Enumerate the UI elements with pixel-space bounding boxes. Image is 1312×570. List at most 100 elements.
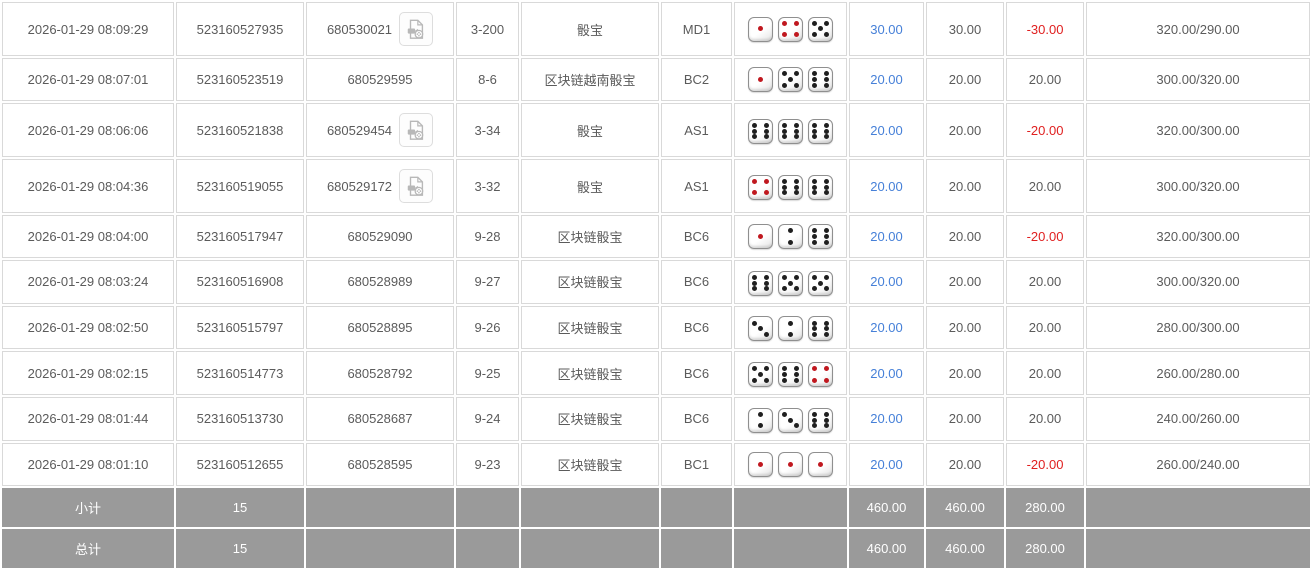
bet-id-cell: 523160514773 xyxy=(176,351,304,396)
valid-amount-cell: 20.00 xyxy=(926,397,1004,441)
win-loss-cell: 20.00 xyxy=(1006,305,1084,350)
die-pip xyxy=(812,20,818,26)
die-pip xyxy=(823,128,829,134)
valid-amount-cell: 30.00 xyxy=(926,2,1004,56)
valid-amount-cell: 20.00 xyxy=(926,351,1004,396)
summary-empty-cell xyxy=(306,528,454,568)
die-pip xyxy=(812,275,818,280)
summary-empty-cell xyxy=(306,487,454,527)
dice-result-cell xyxy=(734,159,847,213)
bet-amount-cell: 20.00 xyxy=(849,215,924,258)
die-pip xyxy=(757,26,763,32)
bet-amount-link[interactable]: 20.00 xyxy=(870,320,903,335)
video-replay-button[interactable] xyxy=(399,113,434,147)
win-loss-cell: 20.00 xyxy=(1006,397,1084,441)
dice-result-cell xyxy=(734,58,847,101)
die-4 xyxy=(808,362,833,388)
die-pip xyxy=(782,134,788,140)
bet-amount-link[interactable]: 20.00 xyxy=(870,229,903,244)
balance-cell: 280.00/300.00 xyxy=(1086,305,1310,350)
summary-empty-cell xyxy=(734,487,847,527)
balance-cell: 260.00/240.00 xyxy=(1086,442,1310,486)
die-pip xyxy=(823,233,829,239)
die-1 xyxy=(748,224,773,249)
die-pip xyxy=(812,128,818,134)
table-row: 2026-01-29 08:01:10 523160512655 6805285… xyxy=(2,442,1310,486)
bet-time-cell: 2026-01-29 08:04:00 xyxy=(2,215,174,258)
die-5 xyxy=(808,270,833,296)
die-pip xyxy=(812,184,818,190)
summary-empty-cell xyxy=(734,528,847,568)
game-name-cell: 区块链骰宝 xyxy=(521,215,659,258)
round-id-text: 680529090 xyxy=(347,229,413,244)
bet-amount-link[interactable]: 20.00 xyxy=(870,366,903,381)
balance-cell: 300.00/320.00 xyxy=(1086,58,1310,101)
round-id-text: 680528989 xyxy=(347,274,413,290)
bet-id-cell: 523160517947 xyxy=(176,215,304,258)
round-number-cell: 3-32 xyxy=(456,159,519,213)
round-id-cell: 680528687 xyxy=(306,397,454,441)
die-3 xyxy=(778,407,803,433)
bet-amount-link[interactable]: 20.00 xyxy=(870,72,903,87)
die-pip xyxy=(793,423,799,429)
dice-wrap xyxy=(748,67,833,92)
bet-amount-link[interactable]: 20.00 xyxy=(870,123,903,138)
round-id-cell: 680529454 xyxy=(306,103,454,157)
round-id-text: 680529172 xyxy=(326,178,393,194)
die-6 xyxy=(808,316,833,342)
die-pip xyxy=(823,326,829,332)
die-pip xyxy=(793,123,799,129)
die-pip xyxy=(823,76,829,82)
die-pip xyxy=(752,179,758,185)
table-row: 2026-01-29 08:04:00 523160517947 6805290… xyxy=(2,215,1310,258)
game-name-cell: 区块链骰宝 xyxy=(521,305,659,350)
die-pip xyxy=(823,184,829,190)
die-pip xyxy=(782,190,788,196)
die-pip xyxy=(787,332,793,337)
bet-amount-link[interactable]: 20.00 xyxy=(870,457,903,472)
table-row: 2026-01-29 08:07:01 523160523519 6805295… xyxy=(2,58,1310,101)
balance-cell: 300.00/320.00 xyxy=(1086,260,1310,304)
die-pip xyxy=(812,134,818,140)
bet-amount-link[interactable]: 20.00 xyxy=(870,411,903,426)
die-pip xyxy=(782,179,788,185)
die-pip xyxy=(782,32,788,38)
bet-amount-cell: 20.00 xyxy=(849,351,924,396)
die-pip xyxy=(812,412,818,418)
balance-cell: 320.00/290.00 xyxy=(1086,2,1310,56)
die-pip xyxy=(823,239,829,245)
die-pip xyxy=(823,190,829,196)
table-code-cell: BC6 xyxy=(661,397,732,441)
summary-count-cell: 15 xyxy=(176,528,304,568)
die-pip xyxy=(817,26,823,32)
bet-amount-cell: 20.00 xyxy=(849,103,924,157)
round-id-text: 680529454 xyxy=(326,122,393,138)
die-pip xyxy=(793,286,799,292)
round-number-cell: 9-24 xyxy=(456,397,519,441)
round-id-wrap: 680528989 xyxy=(347,274,412,289)
round-id-cell: 680528895 xyxy=(306,305,454,350)
round-id-cell: 680529172 xyxy=(306,159,454,213)
bet-amount-link[interactable]: 30.00 xyxy=(870,22,903,37)
win-loss-cell: -20.00 xyxy=(1006,215,1084,258)
dice-result-cell xyxy=(734,215,847,258)
die-pip xyxy=(823,417,829,423)
die-pip xyxy=(812,233,818,239)
video-replay-button[interactable] xyxy=(399,169,434,203)
video-replay-button[interactable] xyxy=(399,12,434,46)
dice-wrap xyxy=(748,407,833,433)
die-pip xyxy=(823,275,829,280)
die-6 xyxy=(778,118,803,144)
dice-result-cell xyxy=(734,260,847,304)
die-pip xyxy=(763,123,769,129)
summary-empty-cell xyxy=(456,487,519,527)
die-pip xyxy=(757,423,763,429)
round-id-wrap: 680528595 xyxy=(347,457,412,472)
bet-amount-link[interactable]: 20.00 xyxy=(870,274,903,289)
bet-amount-link[interactable]: 20.00 xyxy=(870,179,903,194)
dice-wrap xyxy=(748,174,833,200)
die-pip xyxy=(752,286,758,292)
die-pip xyxy=(812,228,818,234)
die-6 xyxy=(808,407,833,433)
die-pip xyxy=(763,134,769,140)
